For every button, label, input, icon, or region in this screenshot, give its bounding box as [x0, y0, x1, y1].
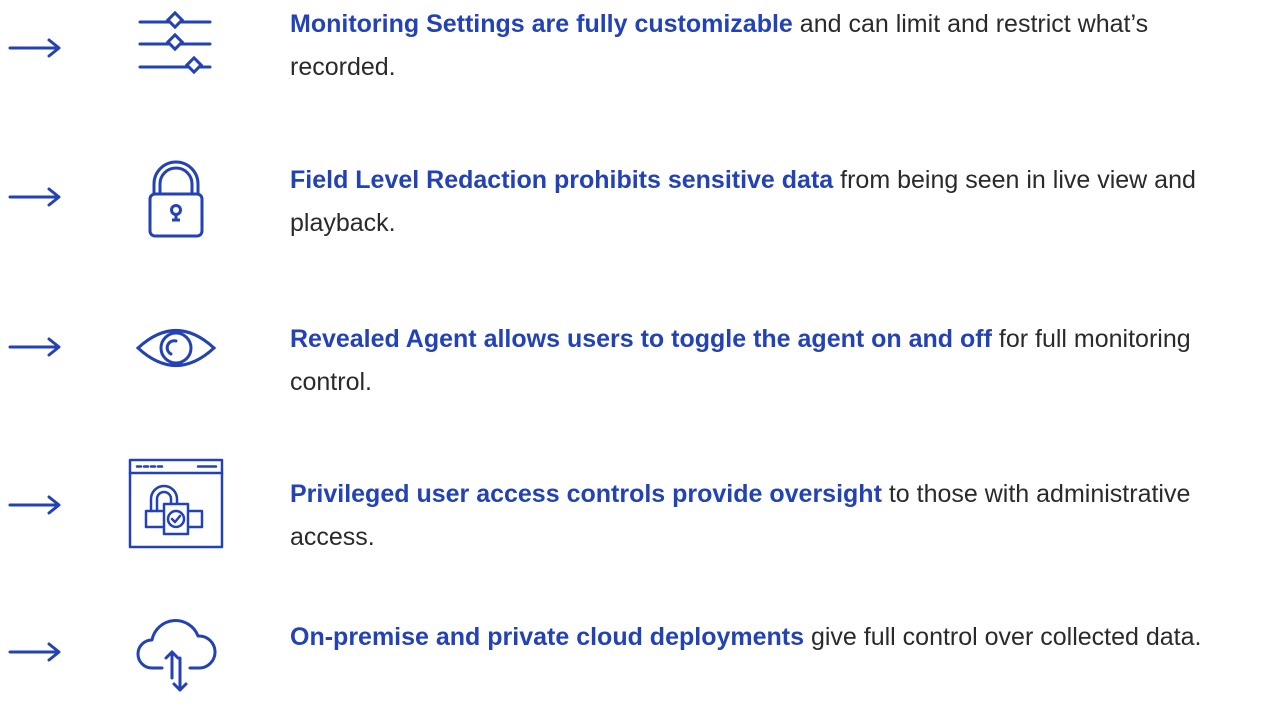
feature-title: On-premise and private cloud deployments	[290, 623, 805, 651]
feature-item-revealed-agent: Revealed Agent allows users to toggle th…	[0, 299, 1265, 419]
eye-icon	[135, 329, 217, 367]
browser-lock-icon	[128, 458, 224, 549]
feature-detail: give full control over collected data.	[804, 623, 1202, 651]
feature-item-field-level-redaction: Field Level Redaction prohibits sensitiv…	[0, 150, 1265, 270]
feature-list: Monitoring Settings are fully customizab…	[0, 0, 1265, 695]
feature-description: On-premise and private cloud deployments…	[290, 616, 1260, 659]
arrow-right-icon	[8, 38, 61, 58]
feature-item-privileged-access: Privileged user access controls provide …	[0, 449, 1265, 569]
arrow-right-icon	[8, 187, 61, 207]
feature-title: Privileged user access controls provide …	[290, 480, 882, 508]
feature-item-cloud-deployments: On-premise and private cloud deployments…	[0, 600, 1265, 720]
feature-description: Field Level Redaction prohibits sensitiv…	[290, 159, 1260, 245]
sliders-icon	[138, 10, 212, 75]
arrow-right-icon	[8, 642, 61, 662]
feature-description: Privileged user access controls provide …	[290, 473, 1260, 559]
arrow-right-icon	[8, 337, 61, 357]
feature-description: Revealed Agent allows users to toggle th…	[290, 318, 1260, 404]
feature-title: Revealed Agent allows users to toggle th…	[290, 325, 992, 353]
arrow-right-icon	[8, 495, 61, 515]
feature-description: Monitoring Settings are fully customizab…	[290, 3, 1260, 89]
cloud-sync-icon	[136, 619, 217, 692]
feature-title: Monitoring Settings are fully customizab…	[290, 10, 793, 38]
padlock-icon	[148, 160, 204, 238]
feature-item-monitoring-settings: Monitoring Settings are fully customizab…	[0, 0, 1265, 120]
feature-title: Field Level Redaction prohibits sensitiv…	[290, 166, 834, 194]
